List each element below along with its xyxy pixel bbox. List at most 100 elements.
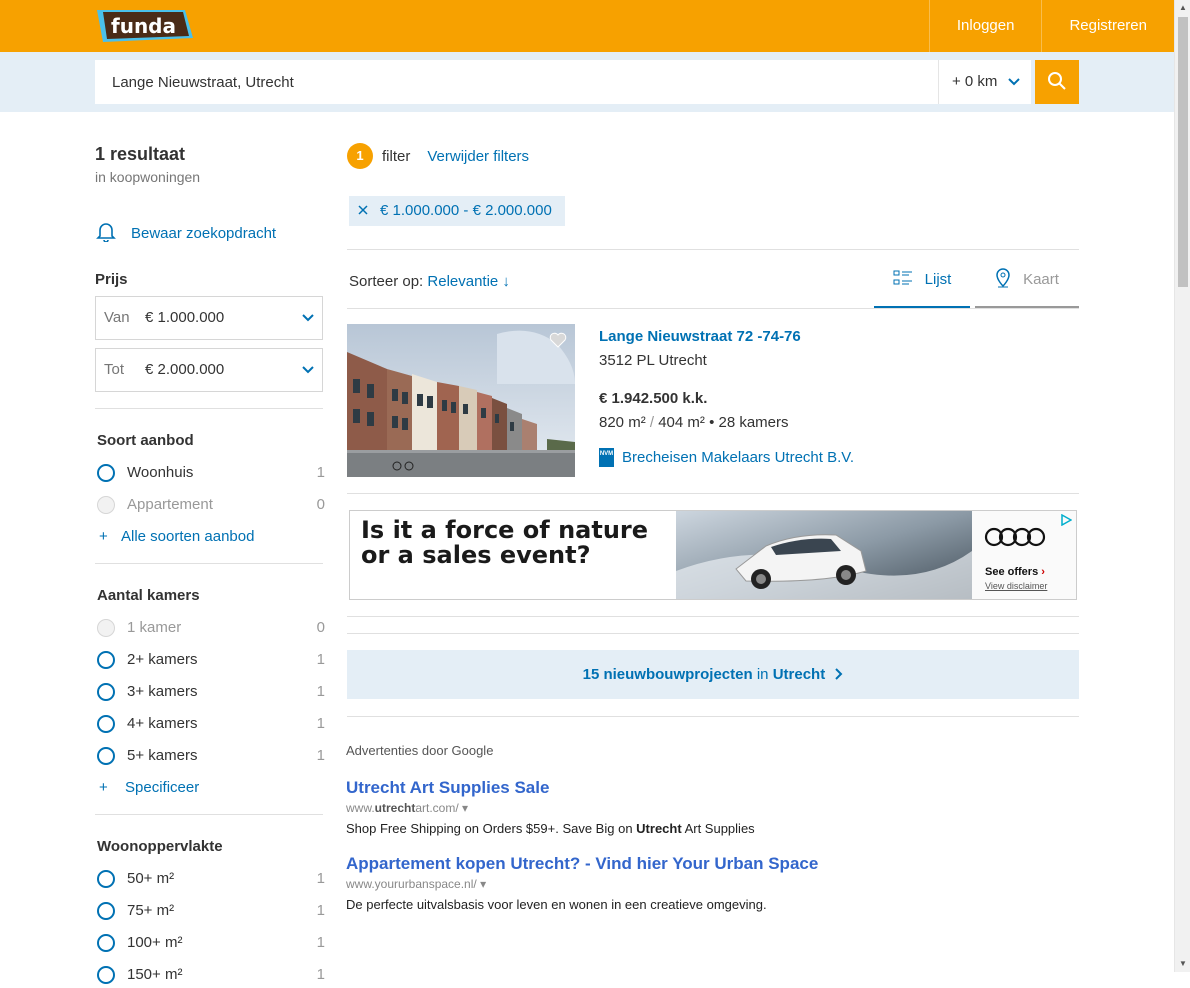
ad-disclaimer-link[interactable]: View disclaimer [985, 581, 1047, 591]
newbuild-city: Utrecht [772, 666, 826, 683]
option-label: 3+ kamers [127, 683, 198, 700]
all-types-link[interactable]: + Alle soorten aanbod [99, 528, 254, 545]
room-count: 28 kamers [718, 414, 789, 431]
option-count: 1 [316, 934, 325, 951]
agent-link[interactable]: NVM Brecheisen Makelaars Utrecht B.V. [599, 448, 854, 467]
option-count: 1 [316, 715, 325, 732]
scroll-up-icon[interactable]: ▲ [1175, 0, 1190, 16]
scrollbar-thumb[interactable] [1178, 17, 1188, 287]
option-label: 50+ m² [127, 870, 175, 887]
text-ad[interactable]: Appartement kopen Utrecht? - Vind hier Y… [346, 854, 818, 912]
option-count: 1 [316, 651, 325, 668]
page-scrollbar[interactable]: ▲ ▼ [1174, 0, 1190, 972]
chevron-down-icon [302, 349, 314, 391]
price-to-label: Tot [104, 361, 125, 378]
tab-list[interactable]: Lijst [874, 253, 970, 308]
svg-text:funda: funda [111, 14, 176, 38]
rooms-specify-link[interactable]: + Specificeer [99, 779, 199, 796]
radius-value: + 0 km [952, 73, 998, 90]
option-label: 1 kamer [127, 619, 182, 636]
radio-button[interactable] [97, 870, 115, 888]
save-search-label: Bewaar zoekopdracht [131, 224, 277, 242]
top-header: funda Inloggen Registreren [0, 0, 1174, 52]
radio-button[interactable] [97, 683, 115, 701]
result-count: 1 resultaat [95, 144, 186, 164]
text-ad-title[interactable]: Appartement kopen Utrecht? - Vind hier Y… [346, 854, 818, 874]
text-ad[interactable]: Utrecht Art Supplies Sale www.utrechtart… [346, 778, 755, 836]
rooms-option-1: 1 kamer 0 [95, 617, 325, 641]
text-ad-title[interactable]: Utrecht Art Supplies Sale [346, 778, 755, 798]
rooms-option-3[interactable]: 3+ kamers 1 [95, 681, 325, 705]
radio-button[interactable] [97, 902, 115, 920]
search-button[interactable] [1035, 60, 1079, 104]
listing-postcode: 3512 PL Utrecht [599, 352, 707, 369]
radio-button[interactable] [97, 464, 115, 482]
clear-filters-link[interactable]: Verwijder filters [427, 148, 529, 165]
type-option-appartement: Appartement 0 [95, 494, 325, 518]
ad-cta-label: See offers [985, 566, 1039, 578]
listing-meta: 820 m² / 404 m² • 28 kamers [599, 414, 789, 431]
option-count: 1 [316, 966, 325, 983]
heart-icon[interactable] [549, 332, 567, 353]
radio-button[interactable] [97, 966, 115, 984]
ad-headline: Is it a force of nature or a sales event… [361, 516, 649, 569]
radius-select[interactable]: + 0 km [938, 60, 1031, 104]
filter-count-badge: 1 [347, 143, 373, 169]
divider [347, 493, 1079, 494]
listing-card[interactable]: Lange Nieuwstraat 72 -74-76 3512 PL Utre… [347, 324, 1079, 477]
sort-control[interactable]: Sorteer op: Relevantie ↓ [349, 273, 510, 290]
all-types-label: Alle soorten aanbod [121, 528, 255, 545]
option-count: 1 [316, 464, 325, 481]
divider [347, 249, 1079, 250]
area-option-75[interactable]: 75+ m² 1 [95, 900, 325, 924]
price-filter-chip[interactable]: € 1.000.000 - € 2.000.000 [349, 196, 565, 226]
divider [347, 308, 1079, 309]
price-section-title: Prijs [95, 271, 128, 288]
radio-button[interactable] [97, 934, 115, 952]
area-option-100[interactable]: 100+ m² 1 [95, 932, 325, 956]
tab-map[interactable]: Kaart [975, 253, 1079, 308]
register-link[interactable]: Registreren [1041, 0, 1174, 52]
divider [347, 616, 1079, 617]
tab-list-label: Lijst [924, 271, 952, 288]
login-link[interactable]: Inloggen [928, 0, 1042, 52]
chip-label: € 1.000.000 - € 2.000.000 [380, 202, 552, 219]
rooms-option-5[interactable]: 5+ kamers 1 [95, 745, 325, 769]
sort-label: Sorteer op: [349, 273, 424, 290]
location-search-input[interactable] [95, 60, 938, 104]
listing-title[interactable]: Lange Nieuwstraat 72 -74-76 [599, 328, 801, 345]
type-option-woonhuis[interactable]: Woonhuis 1 [95, 462, 325, 486]
price-from-select[interactable]: Van € 1.000.000 [95, 296, 323, 340]
radio-button[interactable] [97, 651, 115, 669]
save-search-link[interactable]: Bewaar zoekopdracht [95, 220, 276, 246]
newbuild-projects-link[interactable]: 15 nieuwbouwprojecten in Utrecht [347, 650, 1079, 699]
text-ad-description: Shop Free Shipping on Orders $59+. Save … [346, 821, 755, 836]
text-ad-description: De perfecte uitvalsbasis voor leven en w… [346, 897, 767, 912]
area-option-50[interactable]: 50+ m² 1 [95, 868, 325, 892]
rooms-section-title: Aantal kamers [97, 587, 200, 604]
newbuild-in: in [756, 666, 769, 683]
rooms-option-4[interactable]: 4+ kamers 1 [95, 713, 325, 737]
scroll-down-icon[interactable]: ▼ [1175, 956, 1190, 972]
nvm-logo-icon: NVM [599, 448, 614, 467]
map-pin-icon [995, 267, 1011, 292]
sort-value[interactable]: Relevantie ↓ [427, 273, 510, 290]
radio-button[interactable] [97, 715, 115, 733]
text-ad-url: www.utrechtart.com/ ▾ [346, 801, 469, 815]
ad-cta[interactable]: See offers › [985, 566, 1045, 578]
radio-button[interactable] [97, 747, 115, 765]
divider [95, 814, 323, 815]
option-count: 1 [316, 747, 325, 764]
price-to-select[interactable]: Tot € 2.000.000 [95, 348, 323, 392]
option-label: 150+ m² [127, 966, 183, 983]
newbuild-count: 15 nieuwbouwprojecten [582, 666, 753, 683]
display-ad-banner[interactable]: Is it a force of nature or a sales event… [349, 510, 1077, 600]
listing-photo[interactable] [347, 324, 575, 477]
adchoices-icon[interactable] [1060, 513, 1073, 531]
rooms-option-2[interactable]: 2+ kamers 1 [95, 649, 325, 673]
funda-logo[interactable]: funda [95, 8, 195, 44]
chevron-down-icon [302, 297, 314, 339]
top-nav: Inloggen Registreren [928, 0, 1174, 52]
close-icon[interactable] [358, 196, 368, 226]
area-option-150[interactable]: 150+ m² 1 [95, 964, 325, 988]
